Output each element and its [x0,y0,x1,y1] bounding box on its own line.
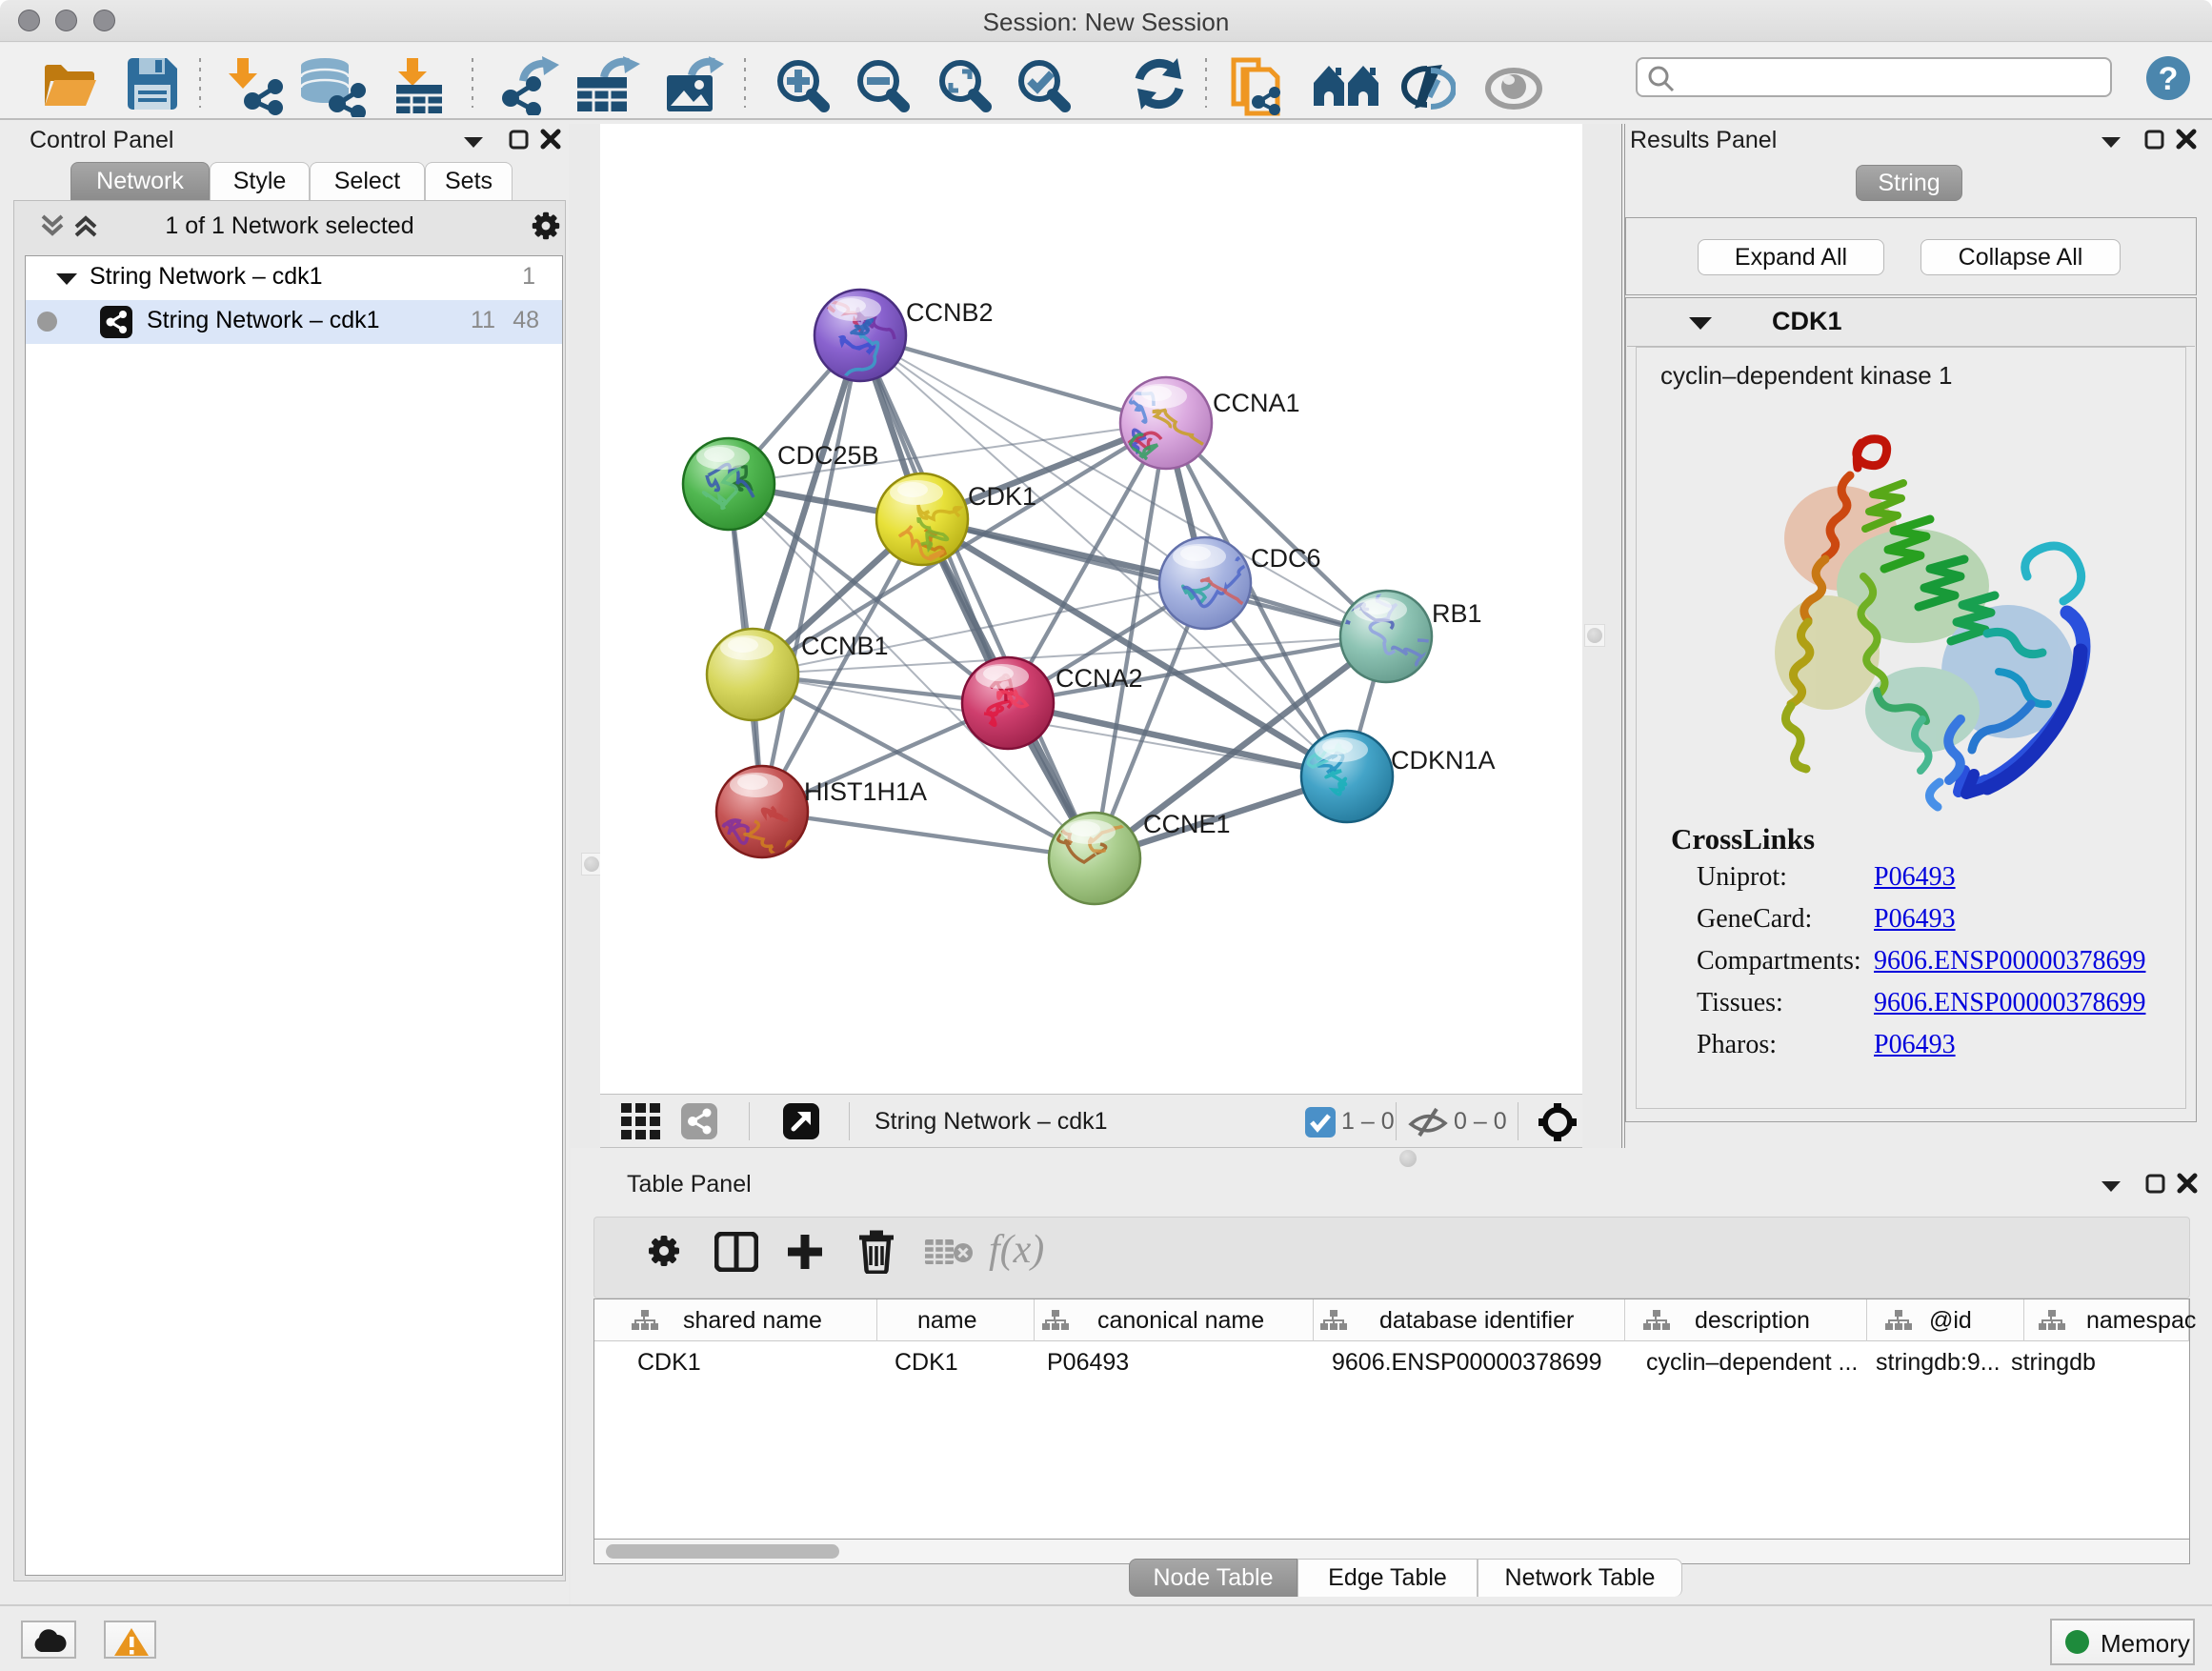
svg-text:CDC6: CDC6 [1251,544,1321,573]
svg-text:CDK1: CDK1 [968,482,1036,511]
svg-text:?: ? [2159,61,2179,97]
svg-text:CCNB2: CCNB2 [906,298,994,327]
svg-text:CDKN1A: CDKN1A [1391,746,1496,775]
svg-text:CCNA1: CCNA1 [1213,389,1300,417]
svg-text:CDC25B: CDC25B [777,441,879,470]
svg-text:RB1: RB1 [1432,599,1482,628]
svg-text:HIST1H1A: HIST1H1A [804,777,927,806]
svg-text:CCNE1: CCNE1 [1143,810,1231,838]
svg-text:CCNB1: CCNB1 [801,632,889,660]
svg-text:CCNA2: CCNA2 [1056,664,1143,693]
